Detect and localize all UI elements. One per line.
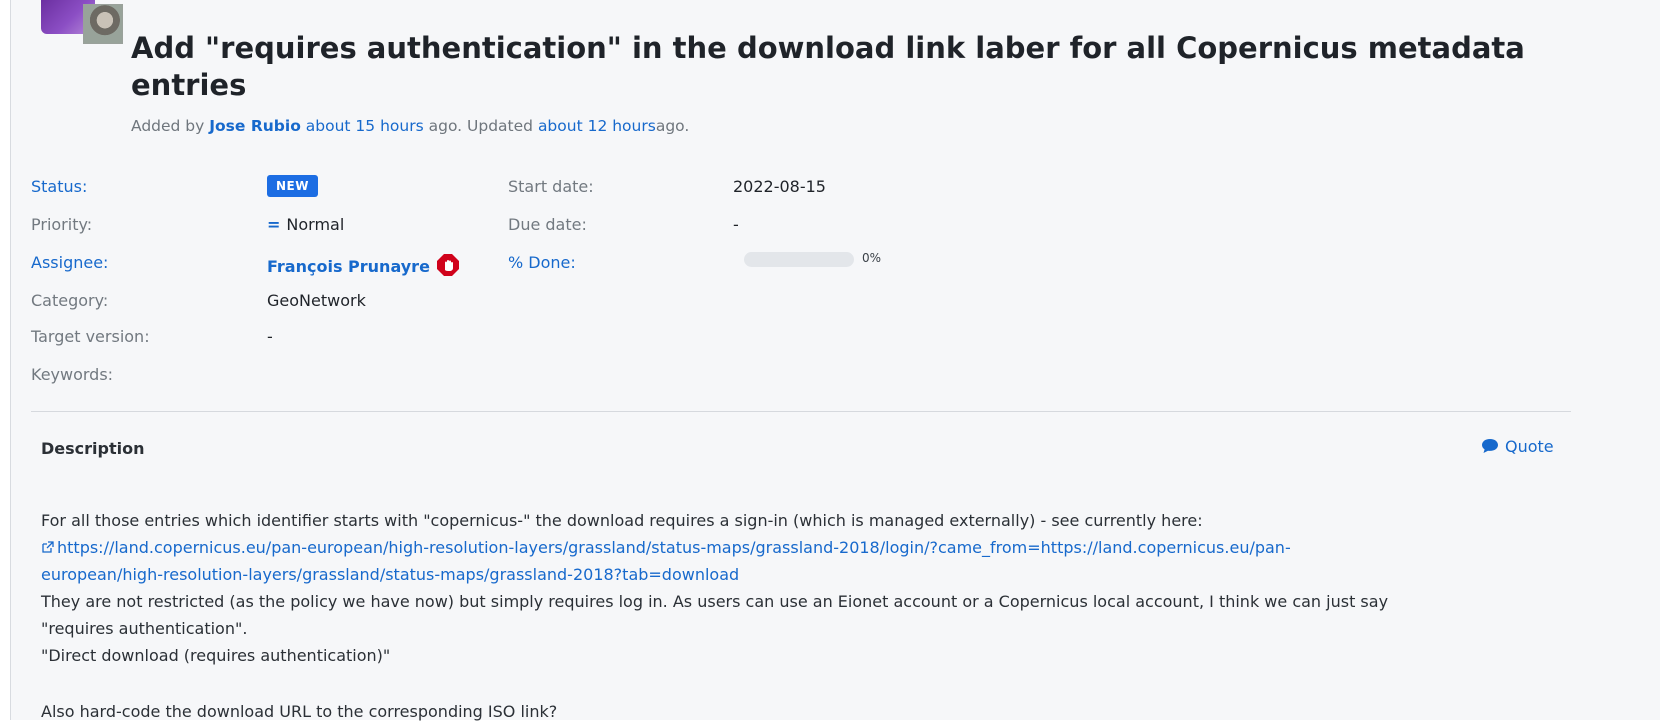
description-line-cut: Also hard-code the download URL to the c…	[41, 702, 558, 721]
meta-suffix: ago.	[655, 117, 690, 135]
updated-time-link[interactable]: about 12 hours	[538, 117, 656, 135]
external-link-text-1: https://land.copernicus.eu/pan-european/…	[57, 538, 1291, 557]
priority-text: Normal	[286, 215, 345, 234]
description-line: For all those entries which identifier s…	[41, 511, 1203, 530]
start-date-value: 2022-08-15	[733, 177, 826, 196]
category-value: GeoNetwork	[267, 291, 366, 310]
description-link-line: https://land.copernicus.eu/pan-european/…	[41, 534, 1601, 561]
external-link-icon	[42, 541, 54, 553]
equals-icon: =	[267, 215, 281, 234]
priority-value: = Normal	[267, 215, 344, 234]
description-heading: Description	[41, 439, 145, 458]
category-label: Category:	[31, 291, 109, 310]
issue-title: Add "requires authentication" in the dow…	[131, 31, 1525, 102]
done-label[interactable]: % Done:	[508, 253, 576, 272]
quote-label: Quote	[1505, 437, 1554, 456]
status-badge: NEW	[267, 175, 318, 197]
description-line: "requires authentication".	[41, 619, 248, 638]
assignee-value: François Prunayre	[267, 253, 460, 281]
keywords-label: Keywords:	[31, 365, 114, 384]
updated-prefix: ago. Updated	[428, 117, 533, 135]
due-date-value: -	[733, 215, 739, 234]
description-line: "Direct download (requires authenticatio…	[41, 646, 391, 665]
stop-hand-icon	[436, 253, 460, 281]
issue-card: Add "requires authentication" in the dow…	[10, 0, 1660, 721]
quote-button[interactable]: Quote	[1481, 437, 1554, 456]
external-link-continued[interactable]: european/high-resolution-layers/grasslan…	[41, 565, 739, 584]
due-date-label: Due date:	[508, 215, 587, 234]
issue-meta: Added by Jose Rubio about 15 hours ago. …	[131, 117, 689, 135]
avatar-photo	[83, 4, 123, 44]
assignee-label[interactable]: Assignee:	[31, 253, 108, 272]
status-label[interactable]: Status:	[31, 177, 87, 196]
target-version-value: -	[267, 327, 273, 346]
section-divider	[31, 411, 1571, 412]
description-body: For all those entries which identifier s…	[41, 507, 1601, 669]
author-link[interactable]: Jose Rubio	[209, 117, 301, 135]
assignee-link[interactable]: François Prunayre	[267, 257, 430, 276]
description-line: They are not restricted (as the policy w…	[41, 592, 1389, 611]
external-link[interactable]: https://land.copernicus.eu/pan-european/…	[41, 538, 1291, 557]
done-percent-text: 0%	[862, 251, 882, 265]
description-link-line-2: european/high-resolution-layers/grasslan…	[41, 561, 1601, 588]
added-time-link[interactable]: about 15 hours	[306, 117, 424, 135]
added-prefix: Added by	[131, 117, 205, 135]
priority-label: Priority:	[31, 215, 93, 234]
done-progress-bar	[744, 252, 854, 267]
target-version-label: Target version:	[31, 327, 150, 346]
start-date-label: Start date:	[508, 177, 594, 196]
author-avatar[interactable]	[41, 0, 127, 44]
speech-bubble-icon	[1482, 439, 1498, 453]
